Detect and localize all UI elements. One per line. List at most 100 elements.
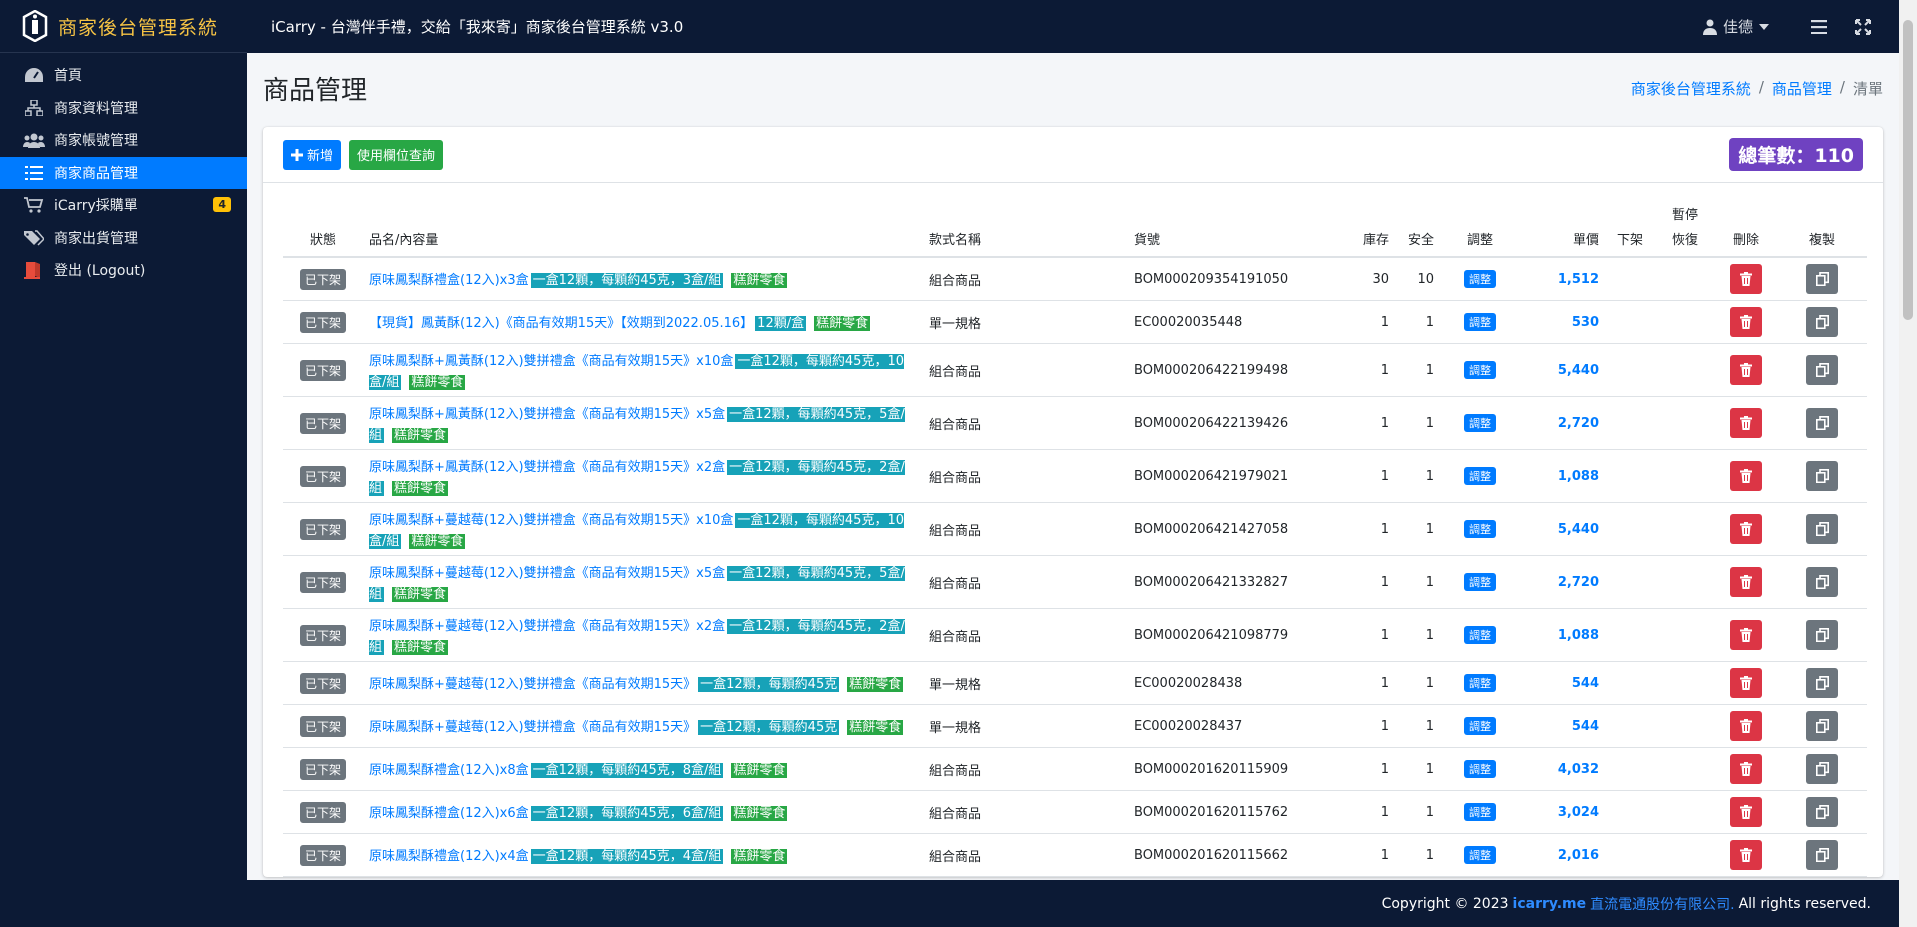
delete-button[interactable]: [1730, 408, 1762, 438]
adjust-cell: 調整: [1440, 704, 1520, 748]
adjust-button[interactable]: 調整: [1464, 573, 1496, 591]
adjust-button[interactable]: 調整: [1464, 520, 1496, 538]
copy-button[interactable]: [1806, 620, 1838, 650]
breadcrumb-home[interactable]: 商家後台管理系統: [1631, 78, 1751, 99]
adjust-button[interactable]: 調整: [1464, 760, 1496, 778]
status-badge: 已下架: [299, 715, 346, 737]
product-name-link[interactable]: 原味鳳梨酥禮盒(12入)x8盒: [369, 763, 529, 778]
copy-button[interactable]: [1806, 307, 1838, 337]
col-name: 品名/內容量: [363, 195, 923, 258]
adjust-button[interactable]: 調整: [1464, 626, 1496, 644]
delete-button[interactable]: [1730, 355, 1762, 385]
copy-button[interactable]: [1806, 840, 1838, 870]
adjust-button[interactable]: 調整: [1464, 803, 1496, 821]
adjust-cell: 調整: [1440, 502, 1520, 556]
copy-button[interactable]: [1806, 408, 1838, 438]
pause-cell: [1655, 502, 1715, 556]
adjust-button[interactable]: 調整: [1464, 361, 1496, 379]
status-cell: 已下架: [283, 790, 363, 834]
sidebar-item-home[interactable]: 首頁: [0, 59, 247, 92]
sku-cell: EC00020028438: [1128, 661, 1333, 705]
price-cell: 1,088: [1520, 449, 1605, 503]
adjust-button[interactable]: 調整: [1464, 717, 1496, 735]
user-menu[interactable]: 佳德: [1702, 16, 1775, 37]
stock-cell: 1: [1333, 747, 1395, 791]
page-scrollbar[interactable]: [1899, 0, 1917, 927]
copy-icon: [1815, 848, 1829, 862]
copy-button[interactable]: [1806, 754, 1838, 784]
scrollbar-thumb[interactable]: [1903, 20, 1913, 320]
offshelf-cell: [1605, 661, 1655, 705]
copy-button[interactable]: [1806, 668, 1838, 698]
product-name-link[interactable]: 原味鳳梨酥+鳳黃酥(12入)雙拼禮盒《商品有效期15天》x10盒: [369, 354, 733, 369]
adjust-cell: 調整: [1440, 257, 1520, 301]
product-name-link[interactable]: 原味鳳梨酥+蔓越莓(12入)雙拼禮盒《商品有效期15天》x5盒: [369, 566, 725, 581]
delete-button[interactable]: [1730, 840, 1762, 870]
adjust-button[interactable]: 調整: [1464, 467, 1496, 485]
footer-link-company[interactable]: 直流電通股份有限公司.: [1590, 894, 1734, 914]
copy-cell: [1777, 343, 1867, 397]
copy-cell: [1777, 449, 1867, 503]
sidebar-item-accounts[interactable]: 商家帳號管理: [0, 124, 247, 157]
col-resume-label: 恢復: [1671, 233, 1698, 248]
tags-icon: [22, 228, 46, 248]
adjust-button[interactable]: 調整: [1464, 414, 1496, 432]
category-badge: 糕餅零食: [731, 272, 788, 288]
delete-button[interactable]: [1730, 711, 1762, 741]
footer-link-site[interactable]: icarry.me: [1513, 896, 1587, 912]
copy-button[interactable]: [1806, 355, 1838, 385]
copy-button[interactable]: [1806, 461, 1838, 491]
product-name-link[interactable]: 原味鳳梨酥+蔓越莓(12入)雙拼禮盒《商品有效期15天》: [369, 677, 696, 692]
breadcrumb-products[interactable]: 商品管理: [1772, 78, 1832, 99]
delete-button[interactable]: [1730, 620, 1762, 650]
add-button[interactable]: 新增: [283, 139, 342, 170]
delete-button[interactable]: [1730, 264, 1762, 294]
product-name-link[interactable]: 原味鳳梨酥+鳳黃酥(12入)雙拼禮盒《商品有效期15天》x5盒: [369, 407, 725, 422]
copy-cell: [1777, 747, 1867, 791]
delete-button[interactable]: [1730, 514, 1762, 544]
adjust-button[interactable]: 調整: [1464, 270, 1496, 288]
fullscreen-icon[interactable]: [1855, 18, 1871, 35]
status-badge: 已下架: [299, 268, 346, 290]
price-value: 1,088: [1557, 468, 1599, 484]
adjust-button[interactable]: 調整: [1464, 313, 1496, 331]
sidebar-item-merchant-data[interactable]: 商家資料管理: [0, 92, 247, 125]
delete-button[interactable]: [1730, 307, 1762, 337]
product-name-link[interactable]: 原味鳳梨酥禮盒(12入)x3盒: [369, 273, 529, 288]
delete-button[interactable]: [1730, 754, 1762, 784]
product-name-link[interactable]: 原味鳳梨酥+蔓越莓(12入)雙拼禮盒《商品有效期15天》: [369, 720, 696, 735]
logout-icon: [22, 260, 46, 280]
copy-button[interactable]: [1806, 567, 1838, 597]
delete-button[interactable]: [1730, 668, 1762, 698]
breadcrumb-separator: /: [1758, 77, 1764, 96]
delete-button[interactable]: [1730, 797, 1762, 827]
field-query-button[interactable]: 使用欄位查詢: [349, 139, 444, 170]
copy-icon: [1815, 315, 1829, 329]
copy-button[interactable]: [1806, 711, 1838, 741]
sidebar-item-purchase-orders[interactable]: iCarry採購單 4: [0, 189, 247, 222]
adjust-button[interactable]: 調整: [1464, 846, 1496, 864]
product-name-link[interactable]: 原味鳳梨酥+蔓越莓(12入)雙拼禮盒《商品有效期15天》x10盒: [369, 513, 733, 528]
sidebar-item-shipping[interactable]: 商家出貨管理: [0, 222, 247, 255]
product-name-link[interactable]: 原味鳳梨酥+鳳黃酥(12入)雙拼禮盒《商品有效期15天》x2盒: [369, 460, 725, 475]
sidebar-item-products[interactable]: 商家商品管理: [0, 156, 247, 189]
offshelf-cell: [1605, 257, 1655, 301]
menu-toggle-icon[interactable]: [1811, 19, 1827, 34]
delete-button[interactable]: [1730, 567, 1762, 597]
copy-button[interactable]: [1806, 514, 1838, 544]
brand[interactable]: 商家後台管理系統: [0, 0, 247, 53]
product-name-link[interactable]: 原味鳳梨酥+蔓越莓(12入)雙拼禮盒《商品有效期15天》x2盒: [369, 619, 725, 634]
copy-button[interactable]: [1806, 797, 1838, 827]
product-name-link[interactable]: 原味鳳梨酥禮盒(12入)x4盒: [369, 849, 529, 864]
name-cell: 原味鳳梨酥+鳳黃酥(12入)雙拼禮盒《商品有效期15天》x5盒 一盒12顆，每顆約…: [363, 396, 923, 450]
name-cell: 原味鳳梨酥禮盒(12入)x4盒 一盒12顆，每顆約45克，4盒/組 糕餅零食: [363, 833, 923, 877]
delete-button[interactable]: [1730, 461, 1762, 491]
product-name-link[interactable]: 原味鳳梨酥禮盒(12入)x6盒: [369, 806, 529, 821]
product-name-link[interactable]: 【現貨】鳳黃酥(12入)《商品有效期15天》【效期到2022.05.16】: [369, 316, 753, 331]
page-title: 商品管理: [263, 75, 368, 106]
copy-button[interactable]: [1806, 264, 1838, 294]
adjust-button[interactable]: 調整: [1464, 674, 1496, 692]
adjust-cell: 調整: [1440, 300, 1520, 344]
sidebar-item-label: 商家出貨管理: [54, 230, 138, 247]
sidebar-item-logout[interactable]: 登出 (Logout): [0, 254, 247, 287]
